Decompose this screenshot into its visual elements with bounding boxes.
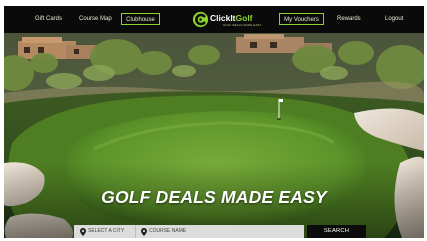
nav-course-map-link[interactable]: Course Map bbox=[79, 13, 112, 25]
app-window: Gift Cards Course Map Clubhouse ClickItG… bbox=[4, 6, 424, 238]
logo-tagline: GOLF DEALS MADE EASY bbox=[223, 23, 262, 27]
course-placeholder: COURSE NAME bbox=[149, 228, 187, 234]
nav-my-vouchers-button[interactable]: My Vouchers bbox=[279, 13, 324, 25]
logo-wordmark: ClickItGolf bbox=[210, 13, 253, 23]
top-nav: Gift Cards Course Map Clubhouse ClickItG… bbox=[4, 6, 424, 33]
site-logo[interactable]: ClickItGolf GOLF DEALS MADE EASY bbox=[192, 10, 261, 30]
nav-clubhouse-button[interactable]: Clubhouse bbox=[121, 13, 160, 25]
course-name-input[interactable]: COURSE NAME bbox=[136, 225, 304, 238]
search-button[interactable]: SEARCH bbox=[307, 225, 366, 238]
city-placeholder: SELECT A CITY bbox=[88, 228, 125, 234]
nav-logout-link[interactable]: Logout bbox=[385, 13, 403, 25]
nav-rewards-link[interactable]: Rewards bbox=[337, 13, 361, 25]
hero-headline: GOLF DEALS MADE EASY bbox=[101, 187, 327, 207]
select-city-dropdown[interactable]: SELECT A CITY bbox=[74, 225, 136, 238]
course-search-bar: SELECT A CITY COURSE NAME SEARCH bbox=[74, 225, 366, 238]
map-pin-icon bbox=[141, 228, 147, 236]
map-pin-icon bbox=[80, 228, 86, 236]
nav-gift-cards-link[interactable]: Gift Cards bbox=[35, 13, 62, 25]
golf-ball-c-logo-icon bbox=[192, 11, 209, 28]
